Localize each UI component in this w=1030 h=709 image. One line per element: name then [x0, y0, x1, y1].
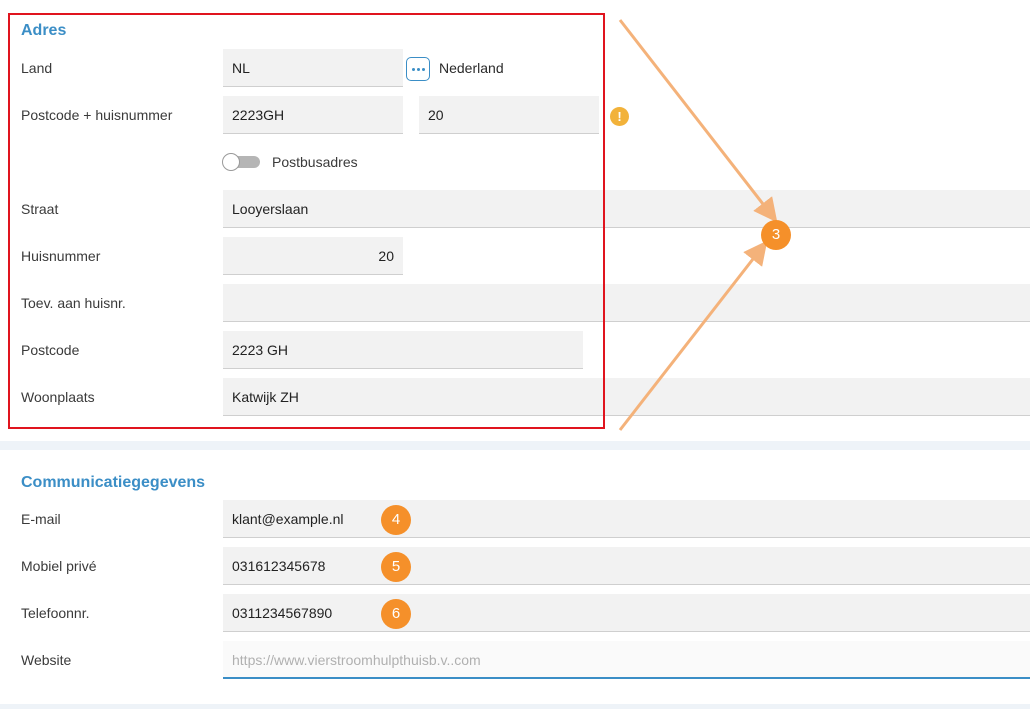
- postcode-field[interactable]: 2223 GH: [223, 331, 583, 369]
- huisnummer-label: Huisnummer: [21, 248, 101, 264]
- country-name: Nederland: [439, 60, 504, 76]
- adres-panel: Adres Land NL Nederland Postcode + huisn…: [0, 0, 1030, 441]
- toevoeging-field[interactable]: [223, 284, 1030, 322]
- badge-3: 3: [761, 220, 791, 250]
- toggle-knob-icon: [222, 153, 240, 171]
- more-dots-icon[interactable]: [406, 57, 430, 81]
- woonplaats-field[interactable]: Katwijk ZH: [223, 378, 1030, 416]
- communicatie-panel: Communicatiegegevens E-mail klant@exampl…: [0, 450, 1030, 704]
- straat-field[interactable]: Looyerslaan: [223, 190, 1030, 228]
- badge-5: 5: [381, 552, 411, 582]
- postcode-label: Postcode: [21, 342, 80, 358]
- straat-label: Straat: [21, 201, 59, 217]
- adres-title: Adres: [21, 22, 67, 39]
- email-field[interactable]: klant@example.nl: [223, 500, 1030, 538]
- telefoon-label: Telefoonnr.: [21, 605, 90, 621]
- mobiel-label: Mobiel privé: [21, 558, 97, 574]
- mobiel-field[interactable]: 031612345678: [223, 547, 1030, 585]
- postbus-label: Postbusadres: [272, 154, 358, 170]
- huisnummer-field[interactable]: 20: [223, 237, 403, 275]
- website-field[interactable]: https://www.vierstroomhulpthuisb.v..com: [223, 641, 1030, 679]
- badge-4: 4: [381, 505, 411, 535]
- postcode-lookup-field[interactable]: 2223GH: [223, 96, 403, 134]
- huisnummer-lookup-field[interactable]: 20: [419, 96, 599, 134]
- email-label: E-mail: [21, 511, 61, 527]
- telefoon-field[interactable]: 0311234567890: [223, 594, 1030, 632]
- toevoeging-label: Toev. aan huisnr.: [21, 295, 126, 311]
- communicatie-title: Communicatiegegevens: [21, 474, 206, 491]
- land-label: Land: [21, 60, 53, 76]
- postbus-toggle[interactable]: [222, 153, 260, 171]
- website-label: Website: [21, 652, 72, 668]
- woonplaats-label: Woonplaats: [21, 389, 95, 405]
- land-field[interactable]: NL: [223, 49, 403, 87]
- postcode-huisnummer-label: Postcode + huisnummer: [21, 107, 173, 123]
- warning-icon: !: [610, 107, 629, 126]
- badge-6: 6: [381, 599, 411, 629]
